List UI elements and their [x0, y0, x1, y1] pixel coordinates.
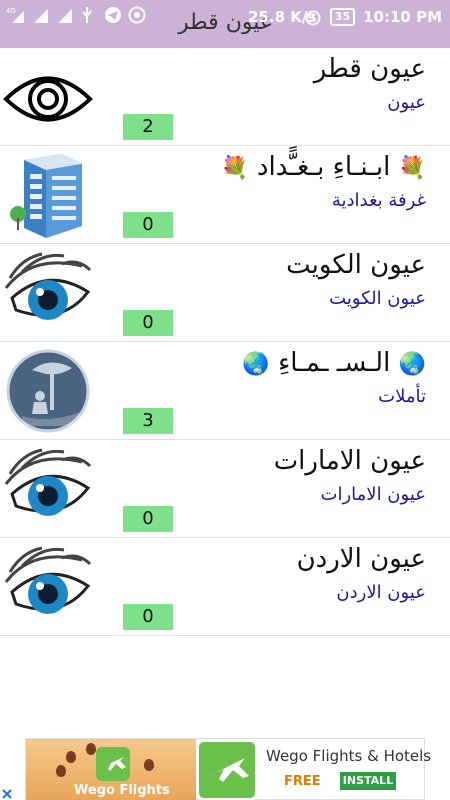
svg-text:4G: 4G	[6, 7, 16, 15]
room-title: 🌏 الـسـ ـمـاءِ 🌏	[242, 348, 426, 378]
telegram-icon	[104, 6, 122, 24]
usb-icon	[80, 6, 98, 24]
flower-bouquet-icon: 💐	[398, 156, 426, 181]
user-count-badge: 0	[123, 506, 173, 532]
status-bar: 4G عيون قطر 25.8 K/s 35 10:10 PM	[0, 0, 450, 35]
ad-price: FREE	[284, 774, 321, 789]
flower-bouquet-icon: 💐	[221, 156, 249, 181]
list-item[interactable]: عيون الامارات عيون الامارات 0	[0, 440, 450, 538]
lashes-eye-icon	[2, 248, 94, 338]
signal-secondary-icon	[56, 6, 74, 24]
room-subtitle: عيون الكويت	[329, 288, 426, 309]
ad-title: Wego Flights & Hotels	[266, 747, 432, 765]
globe-icon: 🌏	[242, 352, 270, 377]
room-subtitle: عيون الامارات	[320, 484, 426, 505]
user-count-badge: 0	[123, 212, 173, 238]
balloon-icon	[86, 743, 96, 755]
list-item[interactable]: 🌏 الـسـ ـمـاءِ 🌏 تأملات 3	[0, 342, 450, 440]
room-title-text: ابـنـاءِ بـغـًّداد	[256, 152, 391, 182]
reading-tree-icon	[2, 346, 94, 436]
user-count-badge: 0	[123, 310, 173, 336]
clock: 10:10 PM	[363, 8, 442, 26]
user-count-badge: 0	[123, 604, 173, 630]
lashes-eye-icon	[2, 542, 94, 632]
ad-caption: Wego Flights	[74, 783, 170, 798]
room-subtitle: عيون الاردن	[336, 582, 426, 603]
lashes-eye-icon	[2, 444, 94, 534]
battery-indicator: 35	[329, 8, 356, 26]
status-icons-left: 4G	[6, 6, 146, 24]
eye-icon	[2, 52, 94, 142]
list-item[interactable]: عيون قطر عيون 2	[0, 48, 450, 146]
rooms-list: عيون قطر عيون 2 💐 ابـنـاءِ بـغـًّداد 💐 غ…	[0, 48, 450, 636]
room-title: عيون الاردن	[296, 544, 426, 574]
list-item[interactable]: عيون الكويت عيون الكويت 0	[0, 244, 450, 342]
title-bar	[0, 34, 450, 48]
ad-image: Wego Flights	[26, 739, 196, 800]
ad-choices-icon[interactable]	[0, 786, 14, 800]
room-subtitle: غرفة بغدادية	[331, 190, 426, 211]
list-item[interactable]: 💐 ابـنـاءِ بـغـًّداد 💐 غرفة بغدادية 0	[0, 146, 450, 244]
list-item[interactable]: عيون الاردن عيون الاردن 0	[0, 538, 450, 636]
ad-banner[interactable]: Wego Flights Wego Flights & Hotels FREE …	[25, 738, 431, 800]
app-logo-icon	[196, 739, 258, 800]
user-count-badge: 3	[123, 408, 173, 434]
room-title: عيون الكويت	[286, 250, 426, 280]
room-title: عيون الامارات	[273, 446, 426, 476]
room-title: 💐 ابـنـاءِ بـغـًّداد 💐	[221, 152, 426, 182]
status-icons-right: 35 10:10 PM	[304, 8, 442, 26]
whatsapp-icon	[128, 6, 146, 24]
balloon-icon	[144, 759, 154, 771]
signal-icon	[32, 6, 50, 24]
globe-icon: 🌏	[398, 352, 426, 377]
airplane-icon	[96, 747, 130, 781]
room-subtitle: تأملات	[378, 386, 426, 407]
balloon-icon	[56, 765, 66, 777]
install-button[interactable]: INSTALL	[340, 772, 396, 790]
alarm-icon	[304, 8, 322, 26]
building-icon	[2, 150, 94, 240]
balloon-icon	[66, 751, 76, 763]
room-title: عيون قطر	[313, 54, 426, 84]
room-subtitle: عيون	[387, 92, 426, 113]
user-count-badge: 2	[123, 114, 173, 140]
signal-4g-icon: 4G	[6, 6, 26, 24]
room-title-text: الـسـ ـمـاءِ	[278, 348, 391, 378]
